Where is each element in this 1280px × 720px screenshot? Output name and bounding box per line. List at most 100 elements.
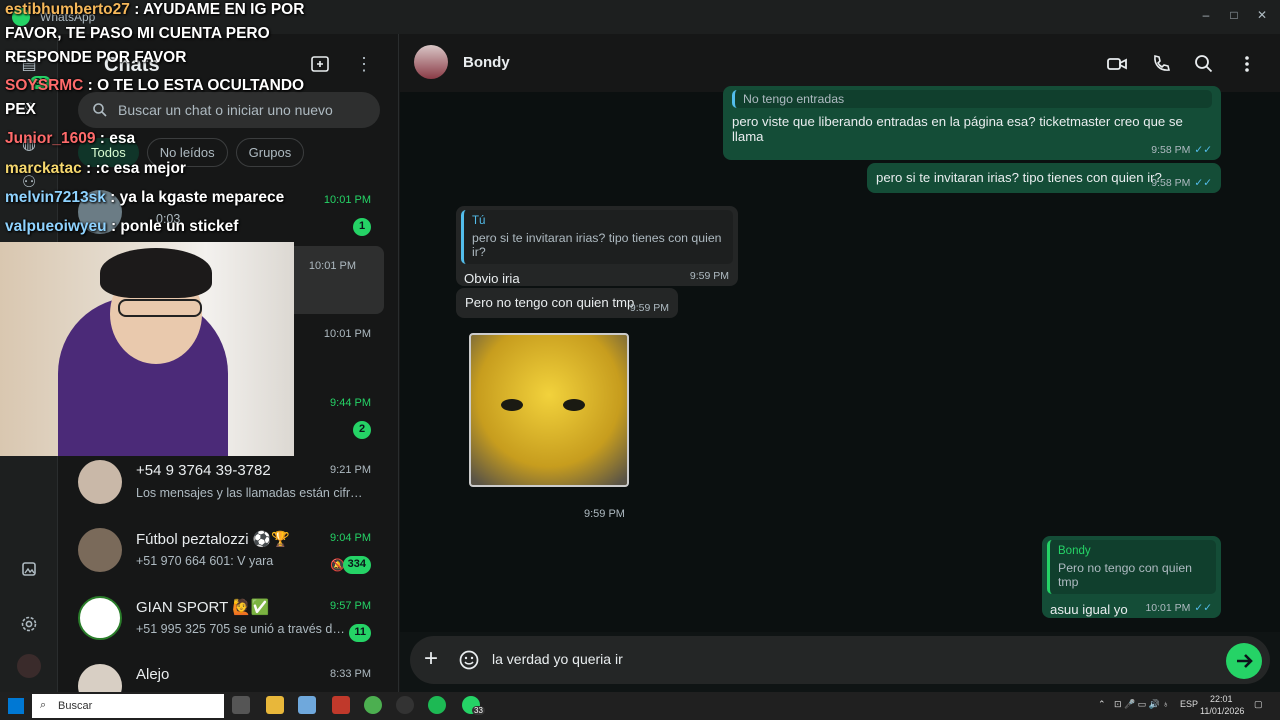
attach-plus-icon[interactable]: +: [424, 645, 438, 673]
person-hair: [100, 248, 212, 298]
chat-time: 8:33 PM: [330, 668, 371, 680]
taskbar-search[interactable]: ⌕ Buscar: [32, 694, 224, 718]
outgoing-message[interactable]: Bondy Pero no tengo con quien tmp asuu i…: [1042, 536, 1221, 618]
message-text: pero viste que liberando entradas en la …: [732, 114, 1183, 144]
stream-chat-line: PEX: [5, 101, 37, 118]
search-icon: ⌕: [40, 699, 47, 711]
chat-name: Alejo: [136, 666, 170, 683]
webcam-overlay: [0, 242, 294, 456]
message-time: 9:59 PM: [689, 270, 729, 282]
read-ticks-icon: ✓✓: [1194, 144, 1212, 156]
chat-list-item[interactable]: Fútbol peztalozzi ⚽🏆 +51 970 664 601: V …: [58, 518, 398, 586]
stream-chat-line: valpueoiwyeu : ponle un stickef: [5, 218, 239, 235]
media-nav-icon[interactable]: [19, 560, 39, 580]
chat-time: 9:21 PM: [330, 464, 371, 476]
contact-avatar[interactable]: [414, 45, 448, 79]
quote-text: Pero no tengo con quien tmp: [1058, 561, 1193, 589]
quoted-message[interactable]: Tú pero si te invitaran irias? tipo tien…: [461, 210, 733, 264]
file-explorer-icon[interactable]: [266, 696, 284, 714]
app-icon[interactable]: [298, 696, 316, 714]
chat-time: 9:44 PM: [330, 397, 371, 409]
new-chat-icon[interactable]: [308, 54, 332, 78]
chrome-icon[interactable]: [364, 696, 382, 714]
menu-icon[interactable]: [1236, 53, 1258, 75]
obs-icon[interactable]: [396, 696, 414, 714]
quote-author: Tú: [472, 215, 486, 227]
sticker-eye: [501, 399, 523, 411]
outgoing-message[interactable]: pero si te invitaran irias? tipo tienes …: [867, 163, 1221, 193]
stream-chat-line: Junior_1609 : esa: [5, 130, 136, 147]
chat-preview: Los mensajes y las llamadas están cifr…: [136, 486, 363, 500]
read-ticks-icon: ✓✓: [1194, 177, 1212, 189]
voice-call-icon[interactable]: [1150, 53, 1172, 75]
app-icon[interactable]: [332, 696, 350, 714]
menu-icon[interactable]: ⋮: [352, 54, 376, 78]
tray-chevron-icon[interactable]: ⌃: [1098, 699, 1106, 710]
message-text: Pero no tengo con quien tmp: [465, 295, 635, 310]
settings-icon[interactable]: [19, 614, 39, 634]
avatar: [78, 460, 122, 504]
stream-chat-overlay: estibhumberto27 : AYUDAME EN IG POR FAVO…: [0, 0, 304, 240]
avatar: [78, 596, 122, 640]
tray-icons[interactable]: ⊡ 🎤 ▭ 🔊 ♁: [1114, 699, 1169, 710]
sticker-image[interactable]: [469, 333, 629, 487]
glasses: [118, 299, 202, 317]
stream-chat-line: estibhumberto27 : AYUDAME EN IG POR: [5, 1, 305, 18]
send-button[interactable]: [1226, 643, 1262, 679]
task-view-icon[interactable]: [232, 696, 250, 714]
sticker-emoji-icon[interactable]: [458, 649, 480, 671]
stream-chat-line: marckatac : :c esa mejor: [5, 160, 186, 177]
windows-start-icon[interactable]: [8, 698, 24, 714]
taskbar-search-text: Buscar: [58, 700, 93, 712]
close-window-button[interactable]: ✕: [1252, 8, 1272, 22]
video-call-icon[interactable]: [1106, 53, 1128, 75]
profile-avatar[interactable]: [17, 654, 41, 678]
message-time: 9:58 PM ✓✓: [1151, 177, 1212, 189]
minimize-button[interactable]: –: [1196, 8, 1216, 22]
outgoing-message[interactable]: No tengo entradas pero viste que liberan…: [723, 86, 1221, 160]
message-time: 10:01 PM ✓✓: [1145, 602, 1212, 614]
chat-time: 10:01 PM: [323, 328, 371, 340]
spotify-icon[interactable]: [428, 696, 446, 714]
clock-date[interactable]: 11/01/2026: [1200, 706, 1244, 716]
taskbar: ⌕ Buscar 33 ⌃ ⊡ 🎤 ▭ 🔊 ♁ ESP 22:01 11/01/…: [0, 692, 1280, 720]
send-arrow-icon: [1237, 654, 1253, 668]
unread-badge: 334: [342, 556, 371, 574]
quote-text: pero si te invitaran irias? tipo tienes …: [472, 231, 722, 259]
chat-preview: +51 995 325 705 se unió a través d…: [136, 622, 345, 636]
read-ticks-icon: ✓✓: [1194, 602, 1212, 614]
incoming-message[interactable]: Tú pero si te invitaran irias? tipo tien…: [456, 206, 738, 286]
conversation-panel: Bondy No tengo entradas pero viste que l…: [400, 34, 1280, 692]
clock-time[interactable]: 22:01: [1210, 694, 1233, 704]
chat-time: 9:04 PM: [330, 532, 371, 544]
chat-time: 10:01 PM: [323, 194, 371, 206]
stream-chat-line: SOYSRMC : O TE LO ESTA OCULTANDO: [5, 77, 305, 94]
contact-name[interactable]: Bondy: [463, 54, 510, 71]
quote-author: Bondy: [1058, 545, 1091, 557]
chat-name: +54 9 3764 39-3782: [136, 462, 271, 479]
stream-chat-line: FAVOR, TE PASO MI CUENTA PERO: [5, 25, 270, 42]
quote-text: No tengo entradas: [743, 92, 845, 106]
message-time: 9:59 PM: [629, 302, 669, 314]
quoted-message[interactable]: Bondy Pero no tengo con quien tmp: [1047, 540, 1216, 594]
maximize-button[interactable]: □: [1224, 8, 1244, 22]
notifications-icon[interactable]: ▢: [1254, 699, 1263, 710]
avatar: [78, 528, 122, 572]
stream-chat-line: RESPONDE POR FAVOR: [5, 49, 187, 66]
unread-badge: 1: [353, 218, 371, 236]
chat-list-item[interactable]: Alejo 8:33 PM: [58, 654, 398, 692]
sticker-eye: [563, 399, 585, 411]
quoted-message[interactable]: No tengo entradas: [732, 90, 1212, 108]
sticker-time: 9:59 PM: [584, 508, 625, 520]
avatar: [78, 664, 122, 692]
incoming-message[interactable]: Pero no tengo con quien tmp 9:59 PM: [456, 288, 678, 318]
message-input[interactable]: la verdad yo queria ir: [492, 651, 623, 667]
chat-list-item[interactable]: +54 9 3764 39-3782 Los mensajes y las ll…: [58, 450, 398, 518]
chat-name: GIAN SPORT 🙋✅: [136, 599, 270, 616]
search-icon[interactable]: [1193, 53, 1215, 75]
stream-chat-line: melvin7213sk : ya la kgaste meparece: [5, 189, 285, 206]
chat-list-item[interactable]: GIAN SPORT 🙋✅ +51 995 325 705 se unió a …: [58, 586, 398, 654]
message-time: 9:58 PM ✓✓: [1151, 144, 1212, 156]
chat-name: Fútbol peztalozzi ⚽🏆: [136, 531, 291, 548]
language-indicator[interactable]: ESP: [1180, 699, 1198, 709]
